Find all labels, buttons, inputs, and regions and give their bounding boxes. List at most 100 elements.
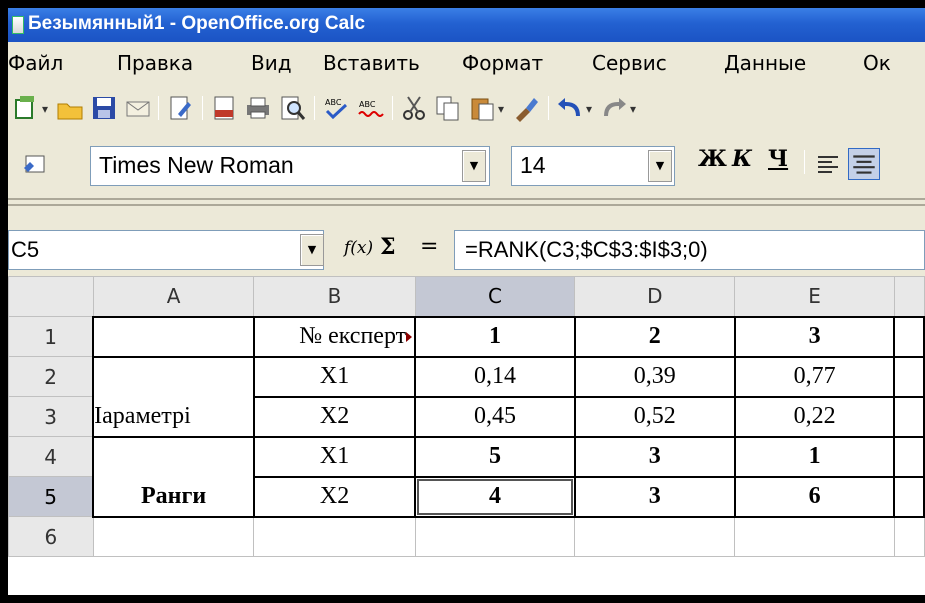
edit-file-icon[interactable] [166,94,194,122]
row-header-5[interactable]: 5 [8,476,94,517]
name-box-dropdown-icon[interactable]: ▼ [300,234,324,266]
open-folder-icon[interactable] [56,94,84,122]
undo-icon[interactable] [556,94,584,122]
cell-b4[interactable]: X1 [252,435,417,478]
paste-dropdown-icon[interactable]: ▾ [498,102,504,116]
cell-f1[interactable] [893,315,925,358]
sum-icon[interactable]: Σ [380,234,396,260]
cell-d2[interactable]: 0,39 [573,355,736,398]
formula-input[interactable]: =RANK(C3;$C$3:$I$3;0) [454,230,925,270]
menu-insert[interactable]: Вставить [323,51,420,75]
new-dropdown-icon[interactable]: ▾ [42,102,48,116]
align-left-icon[interactable] [814,150,842,178]
cell-b5[interactable]: X2 [252,475,417,518]
text-overflow-arrow-icon [406,332,413,343]
cell-e1[interactable]: 3 [733,315,896,358]
cell-b1[interactable]: № експерт [252,315,417,358]
cell-a2[interactable] [92,355,255,397]
app-icon [12,16,24,34]
cell-c6[interactable] [414,516,576,557]
cell-d6[interactable] [574,516,736,557]
styles-formatting-icon[interactable] [22,150,50,178]
cell-d3[interactable]: 0,52 [573,395,736,438]
menu-tools[interactable]: Сервис [592,51,667,75]
cell-a4[interactable] [92,435,255,477]
title-bar: Безымянный1 - OpenOffice.org Calc [8,8,925,42]
row-header-3[interactable]: 3 [8,396,94,437]
column-header-a[interactable]: A [92,276,255,317]
italic-button[interactable]: К [732,146,752,172]
cell-a1[interactable] [92,315,255,358]
function-wizard-icon[interactable]: f(x) [344,238,373,258]
save-icon[interactable] [90,94,118,122]
cell-b3[interactable]: X2 [252,395,417,438]
menu-file[interactable]: Файл [8,51,63,75]
menu-window[interactable]: Ок [863,51,891,75]
font-name-box[interactable]: Times New Roman [90,146,490,186]
corner-cell[interactable] [8,276,94,317]
cell-e3[interactable]: 0,22 [733,395,896,438]
bold-button[interactable]: Ж [698,146,727,172]
email-icon[interactable] [124,94,152,122]
column-header-d[interactable]: D [574,276,736,317]
window-title: Безымянный1 - OpenOffice.org Calc [28,13,366,34]
cell-d5[interactable]: 3 [573,475,736,518]
print-preview-icon[interactable] [278,94,306,122]
clone-formatting-icon[interactable] [512,94,540,122]
cell-e4[interactable]: 1 [733,435,896,478]
cell-table: A B C D E 1 № експерт 1 2 3 2 X1 0,14 0,… [8,276,925,557]
cell-a5[interactable]: Ранги [92,476,255,518]
align-center-icon[interactable] [848,148,880,180]
formula-bar: C5 ▼ f(x) Σ = =RANK(C3;$C$3:$I$3;0) [8,222,925,276]
font-name-dropdown-icon[interactable]: ▼ [462,150,486,182]
underline-button[interactable]: Ч [768,146,788,172]
copy-icon[interactable] [434,94,462,122]
cell-d4[interactable]: 3 [573,435,736,478]
cell-c1[interactable]: 1 [414,315,576,358]
export-pdf-icon[interactable] [210,94,238,122]
cell-c5-active[interactable]: 4 [414,475,576,518]
autospellcheck-icon[interactable]: ABC [356,94,384,122]
svg-text:ABC: ABC [325,98,342,107]
cell-a6[interactable] [92,516,255,557]
font-size-dropdown-icon[interactable]: ▼ [648,150,672,182]
cell-a3[interactable]: Іараметрі [92,396,255,438]
row-header-2[interactable]: 2 [8,356,94,397]
new-document-icon[interactable] [12,94,40,122]
cell-e5[interactable]: 6 [733,475,896,518]
name-box[interactable]: C5 [8,230,324,270]
cell-b6[interactable] [253,516,416,557]
cell-f2[interactable] [893,355,925,398]
column-header-b[interactable]: B [253,276,416,317]
cell-c3[interactable]: 0,45 [414,395,576,438]
cell-f3[interactable] [893,395,925,438]
undo-dropdown-icon[interactable]: ▾ [586,102,592,116]
print-icon[interactable] [244,94,272,122]
formatting-toolbar: Times New Roman ▼ 14 ▼ Ж К Ч [8,132,925,222]
cell-d1[interactable]: 2 [573,315,736,358]
cell-f4[interactable] [893,435,925,478]
menu-view[interactable]: Вид [251,51,292,75]
menu-format[interactable]: Формат [462,51,543,75]
menu-data[interactable]: Данные [724,51,806,75]
cell-f5[interactable] [893,475,925,518]
row-header-4[interactable]: 4 [8,436,94,477]
row-header-6[interactable]: 6 [8,516,94,557]
menu-edit[interactable]: Правка [117,51,193,75]
cell-f6[interactable] [893,516,925,557]
spellcheck-icon[interactable]: ABC [322,94,350,122]
column-header-e[interactable]: E [734,276,895,317]
cell-c2[interactable]: 0,14 [414,355,576,398]
cut-icon[interactable] [400,94,428,122]
function-icon[interactable]: = [420,234,438,259]
redo-dropdown-icon[interactable]: ▾ [630,102,636,116]
redo-icon[interactable] [600,94,628,122]
column-header-next[interactable] [893,276,925,317]
cell-e2[interactable]: 0,77 [733,355,896,398]
paste-icon[interactable] [468,94,496,122]
cell-c4[interactable]: 5 [414,435,576,478]
column-header-c[interactable]: C [414,276,576,317]
cell-e6[interactable] [734,516,895,557]
row-header-1[interactable]: 1 [8,316,94,357]
cell-b2[interactable]: X1 [252,355,417,398]
